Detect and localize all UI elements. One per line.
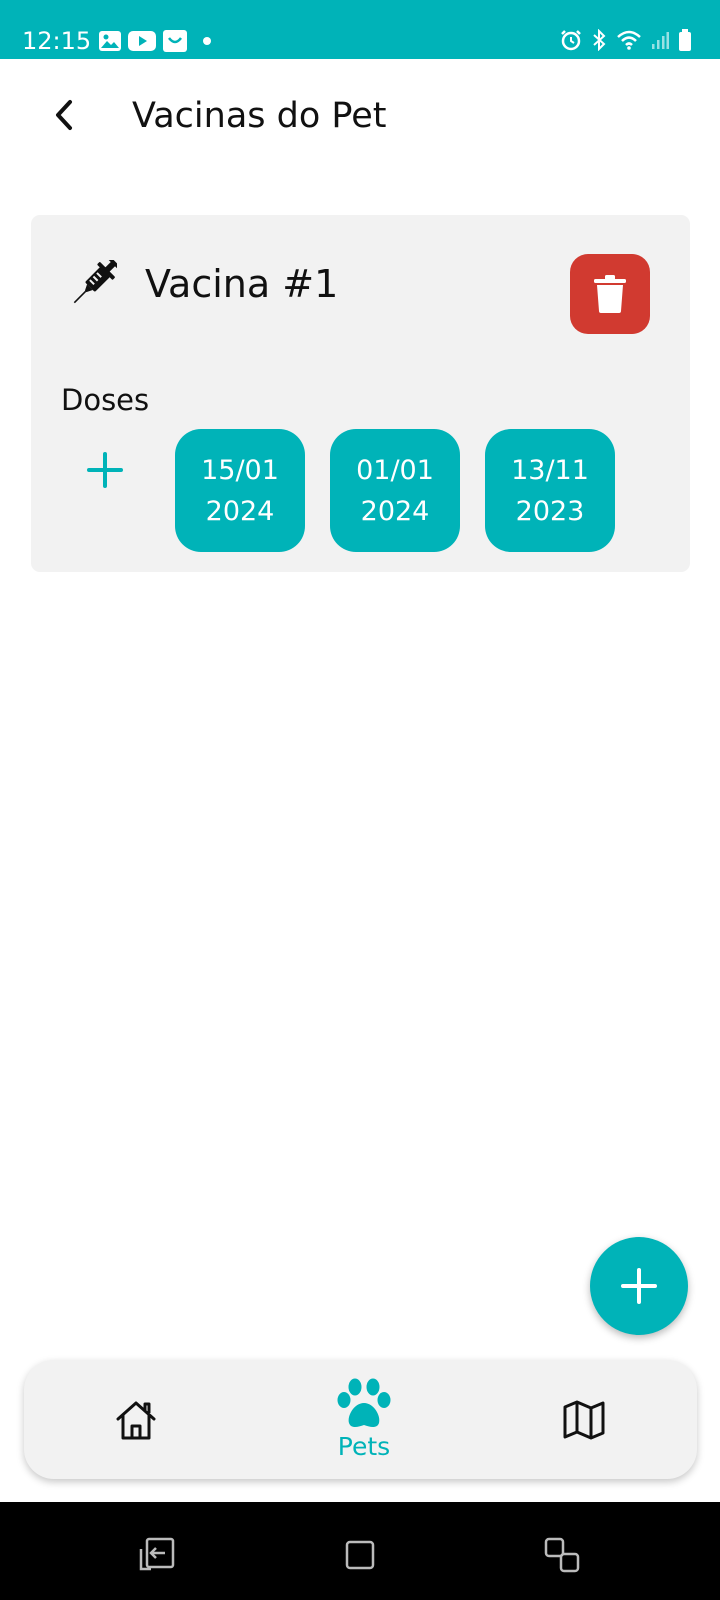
page-title: Vacinas do Pet [132,96,387,136]
vaccine-name: Vacina #1 [145,262,339,306]
status-bar: 12:15 [0,0,720,59]
system-home-icon [345,1540,375,1570]
dose-year: 2024 [205,495,275,527]
nav-item-pets[interactable]: Pets [309,1360,419,1479]
signal-icon [652,32,669,49]
trash-icon [594,275,626,313]
gallery-icon [99,31,121,51]
system-back-button[interactable] [137,1535,177,1575]
dose-chip[interactable]: 13/11 2023 [485,429,615,552]
battery-icon [679,29,691,51]
delete-vaccine-button[interactable] [570,254,650,334]
system-recents-button[interactable] [542,1535,582,1575]
system-back-icon [139,1537,175,1571]
dose-date: 15/01 [201,454,279,486]
map-icon [563,1400,605,1439]
youtube-icon [128,31,156,51]
dose-chip[interactable]: 15/01 2024 [175,429,305,552]
nav-item-map[interactable] [534,1360,634,1479]
notification-icons [98,29,216,53]
dose-date: 01/01 [356,454,434,486]
syringe-icon [73,260,117,304]
dose-chip[interactable]: 01/01 2024 [330,429,460,552]
bottom-nav: Pets [24,1360,697,1479]
wifi-icon [617,30,641,50]
dose-year: 2024 [360,495,430,527]
paw-icon [337,1378,391,1427]
nav-label-pets: Pets [337,1431,391,1461]
add-dose-button[interactable] [82,447,128,493]
home-icon [116,1401,156,1439]
chevron-left-icon [56,100,72,130]
plus-icon [87,452,123,488]
plus-icon [621,1268,657,1304]
system-home-button[interactable] [340,1535,380,1575]
system-status-icons [560,28,692,52]
bluetooth-icon [593,29,606,51]
nav-item-home[interactable] [86,1360,186,1479]
system-nav-bar [0,1502,720,1600]
system-recents-icon [544,1537,580,1573]
back-button[interactable] [44,90,84,140]
status-time: 12:15 [22,27,92,55]
shopping-icon [163,30,187,52]
dose-year: 2023 [515,495,585,527]
vaccine-card: Vacina #1 Doses 15/01 2024 01/01 2024 13… [31,215,690,572]
doses-label: Doses [61,383,150,417]
dose-date: 13/11 [511,454,589,486]
add-vaccine-fab[interactable] [590,1237,688,1335]
alarm-icon [561,30,581,51]
dot-icon [203,37,211,45]
